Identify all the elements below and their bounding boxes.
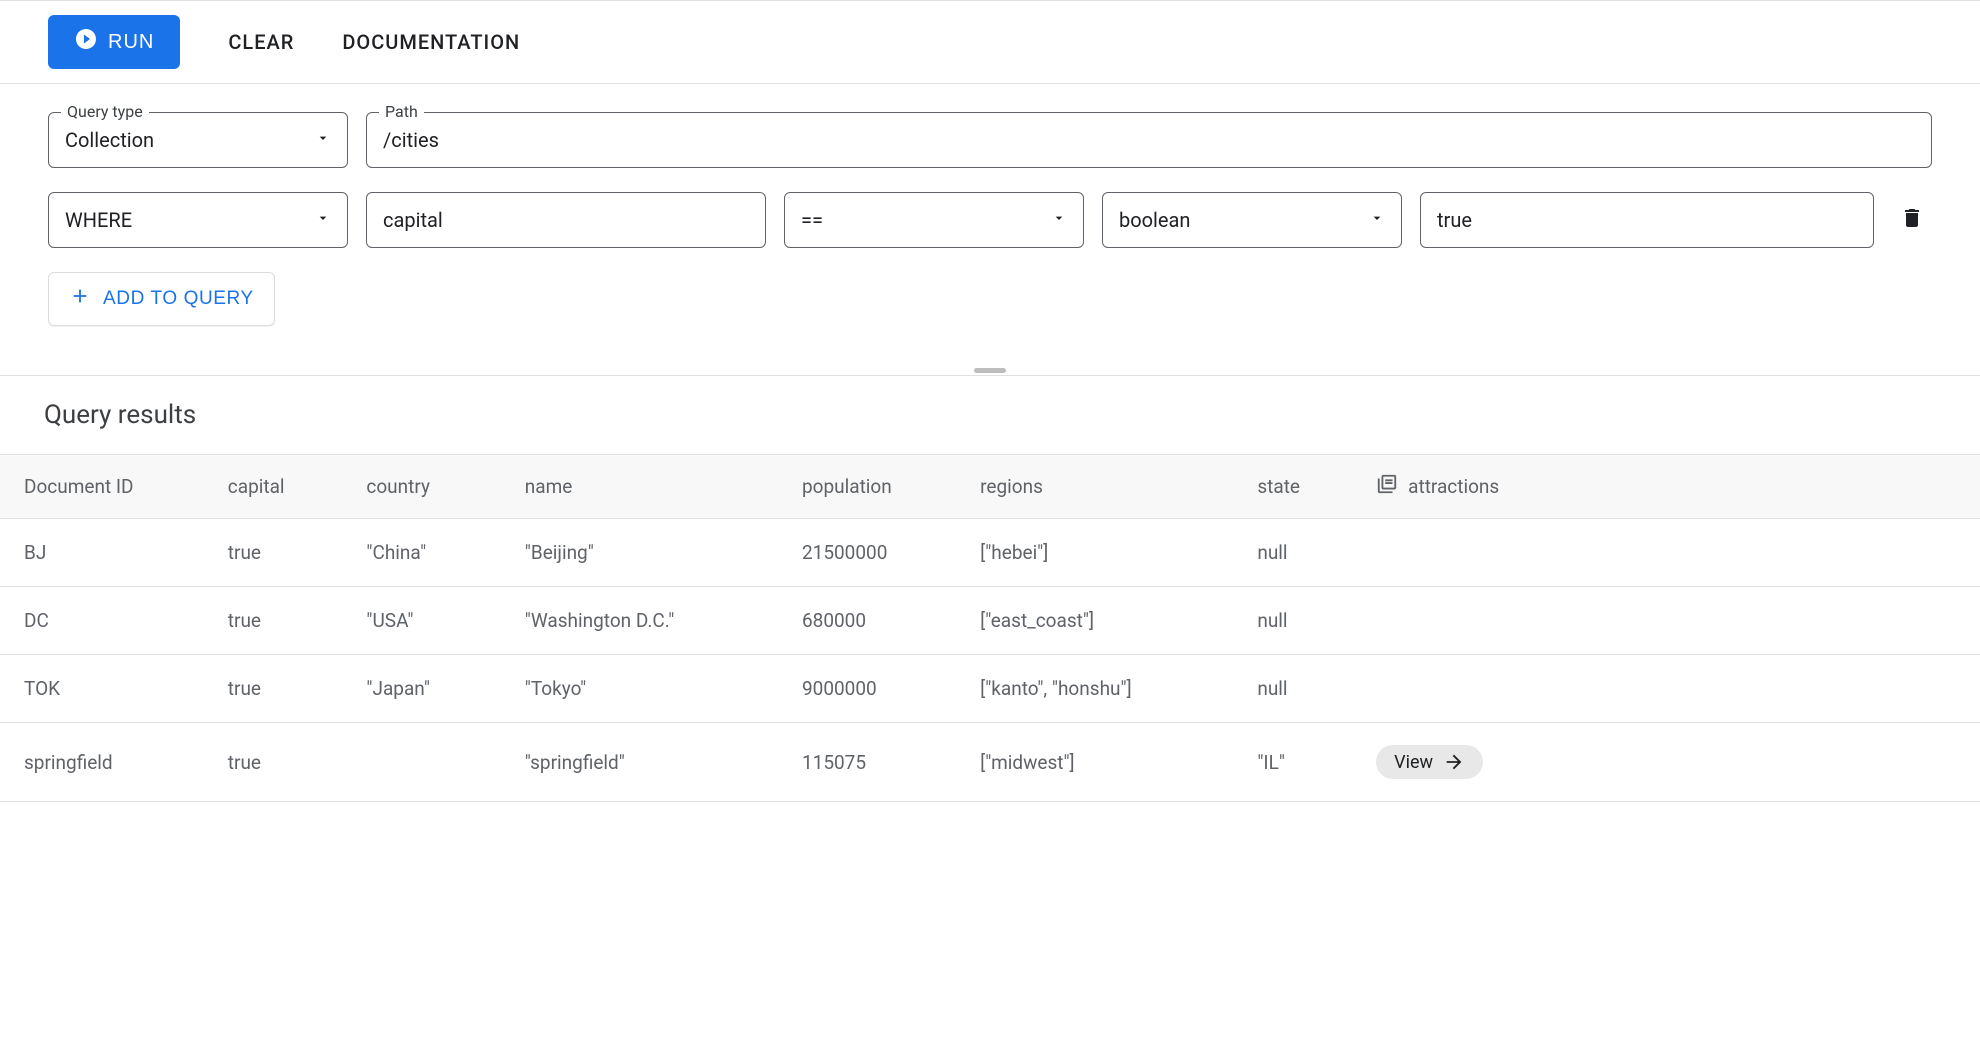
column-header-attractions[interactable]: attractions: [1366, 455, 1980, 519]
results-table: Document ID capital country name populat…: [0, 454, 1980, 802]
column-header-name[interactable]: name: [515, 455, 792, 519]
cell-attractions: [1366, 655, 1980, 723]
documentation-link[interactable]: DOCUMENTATION: [342, 30, 520, 54]
view-attractions-button[interactable]: View: [1376, 745, 1483, 779]
clause-keyword-select[interactable]: WHERE: [48, 192, 348, 248]
view-label: View: [1394, 752, 1433, 773]
cell-name: "Beijing": [515, 519, 792, 587]
column-header-id[interactable]: Document ID: [0, 455, 218, 519]
column-header-capital[interactable]: capital: [218, 455, 357, 519]
cell-population: 115075: [792, 723, 970, 802]
table-row[interactable]: TOKtrue"Japan""Tokyo"9000000["kanto", "h…: [0, 655, 1980, 723]
clause-value-text: true: [1437, 208, 1857, 232]
cell-id: TOK: [0, 655, 218, 723]
plus-icon: [69, 285, 91, 313]
chevron-down-icon: [315, 210, 331, 230]
cell-id: BJ: [0, 519, 218, 587]
table-row[interactable]: DCtrue"USA""Washington D.C."680000["east…: [0, 587, 1980, 655]
chevron-down-icon: [315, 130, 331, 150]
table-row[interactable]: springfieldtrue "springfield"115075["midw…: [0, 723, 1980, 802]
run-button-label: RUN: [108, 31, 154, 54]
cell-country: [356, 723, 514, 802]
cell-population: 9000000: [792, 655, 970, 723]
cell-country: "China": [356, 519, 514, 587]
add-to-query-label: ADD TO QUERY: [103, 288, 254, 310]
column-header-country[interactable]: country: [356, 455, 514, 519]
chevron-down-icon: [1051, 210, 1067, 230]
delete-clause-button[interactable]: [1892, 206, 1932, 234]
cell-regions: ["east_coast"]: [970, 587, 1247, 655]
cell-id: springfield: [0, 723, 218, 802]
clause-field-value: capital: [383, 208, 749, 232]
column-header-regions[interactable]: regions: [970, 455, 1247, 519]
path-input[interactable]: Path /cities: [366, 112, 1932, 168]
cell-population: 21500000: [792, 519, 970, 587]
path-value: /cities: [383, 128, 1915, 152]
collection-icon: [1376, 473, 1398, 500]
cell-capital: true: [218, 723, 357, 802]
results-title: Query results: [0, 400, 1980, 454]
cell-name: "Tokyo": [515, 655, 792, 723]
cell-country: "USA": [356, 587, 514, 655]
column-header-state[interactable]: state: [1247, 455, 1366, 519]
cell-regions: ["kanto", "honshu"]: [970, 655, 1247, 723]
table-row[interactable]: BJtrue"China""Beijing"21500000["hebei"]n…: [0, 519, 1980, 587]
cell-regions: ["midwest"]: [970, 723, 1247, 802]
cell-attractions: View: [1366, 723, 1980, 802]
play-icon: [74, 27, 98, 57]
query-type-select[interactable]: Query type Collection: [48, 112, 348, 168]
results-panel: Query results Document ID capital countr…: [0, 375, 1980, 802]
clause-operator-value: ==: [801, 208, 1051, 232]
trash-icon: [1900, 206, 1924, 230]
query-type-value: Collection: [65, 128, 315, 152]
path-label: Path: [379, 102, 424, 121]
cell-state: null: [1247, 587, 1366, 655]
cell-attractions: [1366, 519, 1980, 587]
cell-state: null: [1247, 655, 1366, 723]
arrow-right-icon: [1443, 751, 1465, 773]
cell-capital: true: [218, 519, 357, 587]
clear-button[interactable]: CLEAR: [228, 30, 294, 54]
clause-keyword-value: WHERE: [65, 208, 315, 232]
table-header-row: Document ID capital country name populat…: [0, 455, 1980, 519]
clause-value-input[interactable]: true: [1420, 192, 1874, 248]
cell-state: null: [1247, 519, 1366, 587]
run-button[interactable]: RUN: [48, 15, 180, 69]
clause-operator-select[interactable]: ==: [784, 192, 1084, 248]
chevron-down-icon: [1369, 210, 1385, 230]
query-type-label: Query type: [61, 102, 149, 121]
cell-regions: ["hebei"]: [970, 519, 1247, 587]
column-header-attractions-label: attractions: [1408, 475, 1499, 498]
cell-capital: true: [218, 587, 357, 655]
clause-field-input[interactable]: capital: [366, 192, 766, 248]
query-builder: Query type Collection Path /cities WHERE…: [0, 84, 1980, 366]
toolbar: RUN CLEAR DOCUMENTATION: [0, 0, 1980, 84]
drag-handle-icon: [974, 368, 1006, 373]
column-header-population[interactable]: population: [792, 455, 970, 519]
cell-state: "IL": [1247, 723, 1366, 802]
panel-resize-handle[interactable]: [0, 366, 1980, 375]
cell-population: 680000: [792, 587, 970, 655]
cell-attractions: [1366, 587, 1980, 655]
clause-type-value: boolean: [1119, 208, 1369, 232]
add-to-query-button[interactable]: ADD TO QUERY: [48, 272, 275, 326]
cell-name: "Washington D.C.": [515, 587, 792, 655]
cell-country: "Japan": [356, 655, 514, 723]
clause-type-select[interactable]: boolean: [1102, 192, 1402, 248]
cell-id: DC: [0, 587, 218, 655]
cell-capital: true: [218, 655, 357, 723]
cell-name: "springfield": [515, 723, 792, 802]
